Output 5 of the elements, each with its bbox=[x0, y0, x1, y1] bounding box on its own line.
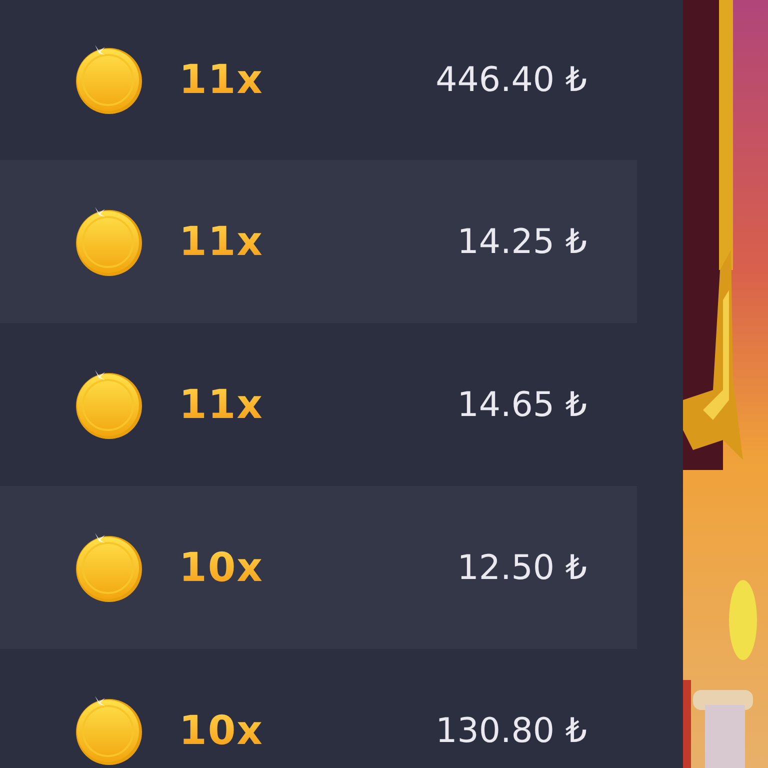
win-amount: 14.25 ₺ bbox=[457, 222, 587, 262]
win-amount: 14.65 ₺ bbox=[457, 384, 587, 424]
win-amount: 130.80 ₺ bbox=[436, 710, 587, 750]
win-amount: 12.50 ₺ bbox=[457, 548, 587, 588]
win-amount: 446.40 ₺ bbox=[436, 60, 587, 100]
